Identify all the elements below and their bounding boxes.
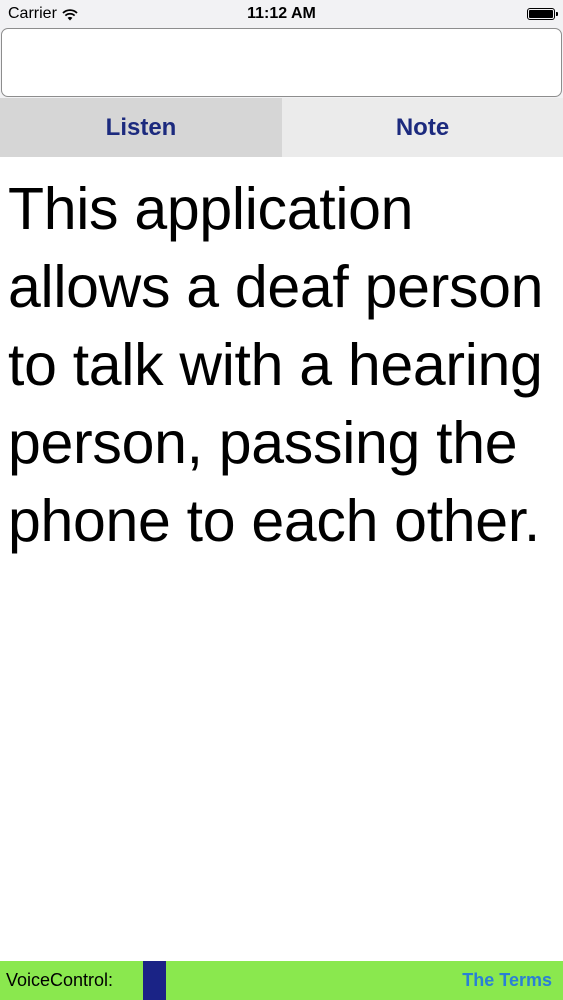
message-input[interactable] xyxy=(1,28,562,97)
status-bar: Carrier 11:12 AM xyxy=(0,0,563,28)
voice-control-indicator[interactable] xyxy=(143,961,166,1000)
tab-listen[interactable]: Listen xyxy=(0,98,282,157)
bottom-bar: VoiceControl: The Terms xyxy=(0,961,563,1000)
main-message-text: This application allows a deaf person to… xyxy=(8,176,544,554)
input-bar xyxy=(0,28,563,98)
terms-link[interactable]: The Terms xyxy=(462,970,552,991)
tab-note-label: Note xyxy=(395,113,450,141)
tab-note[interactable]: Note xyxy=(282,98,563,157)
status-time: 11:12 AM xyxy=(247,5,316,22)
voice-control-label: VoiceControl: xyxy=(6,970,114,990)
tab-bar: Listen Note xyxy=(0,98,563,157)
tab-listen-label: Listen xyxy=(105,113,177,141)
app-screen: Carrier 11:12 AM Listen Note This applic… xyxy=(0,0,563,1000)
battery-icon xyxy=(527,8,558,20)
